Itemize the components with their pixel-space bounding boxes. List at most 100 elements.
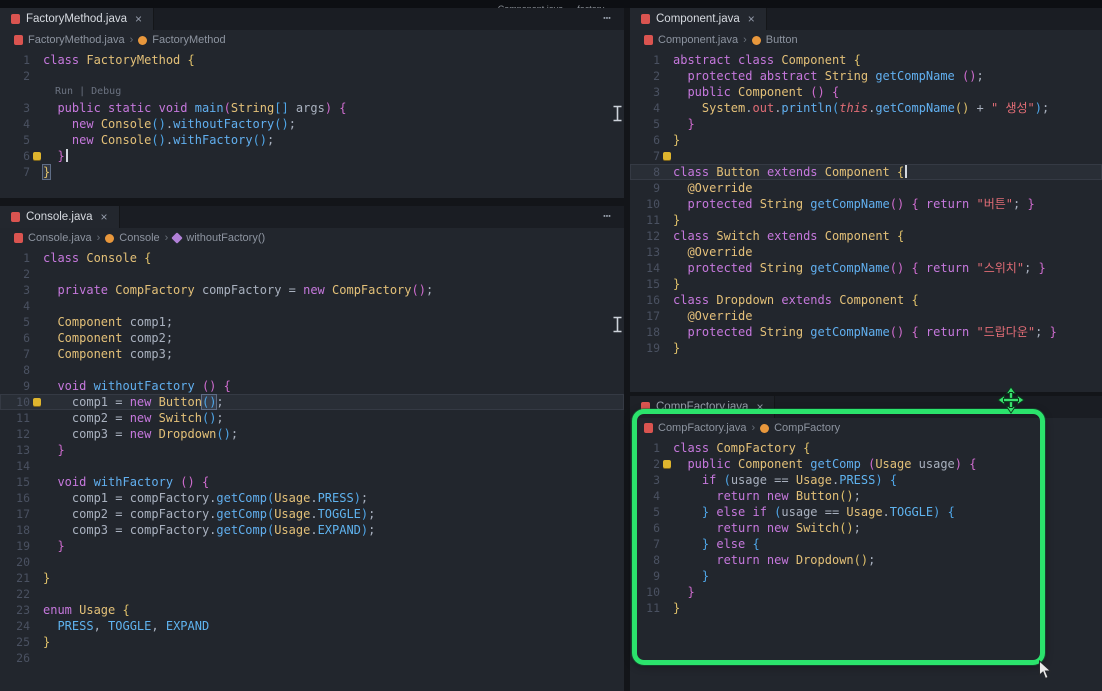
breadcrumb-item[interactable]: Console bbox=[119, 232, 159, 244]
tab-console-java[interactable]: Console.java × bbox=[0, 206, 120, 228]
code-text: comp1 = compFactory.getComp(Usage.PRESS)… bbox=[43, 491, 369, 505]
file-symbol-icon bbox=[14, 233, 23, 243]
tab-factorymethod-java[interactable]: FactoryMethod.java × bbox=[0, 8, 155, 30]
class-symbol-icon bbox=[105, 233, 115, 243]
code-line: 20 bbox=[0, 554, 624, 570]
code-text: } bbox=[43, 148, 624, 164]
breadcrumb-item[interactable]: CompFactory bbox=[774, 422, 840, 434]
code-text: } bbox=[687, 117, 695, 131]
close-icon[interactable]: × bbox=[748, 12, 755, 26]
codelens-row[interactable]: Run | Debug bbox=[0, 84, 624, 100]
code-line: 9 @Override bbox=[630, 180, 1102, 196]
tab-bar: CompFactory.java × bbox=[630, 396, 1102, 418]
breadcrumb-item[interactable]: withoutFactory() bbox=[186, 232, 265, 244]
line-number: 17 bbox=[646, 309, 660, 323]
line-number: 12 bbox=[646, 229, 660, 243]
code-line: 10 comp1 = new Button(); bbox=[0, 394, 624, 410]
lightbulb-icon[interactable] bbox=[662, 152, 671, 160]
code-area[interactable]: 1 class Console {2 3 private CompFactory c… bbox=[0, 248, 624, 666]
line-number: 13 bbox=[646, 245, 660, 259]
tab-compfactory-java[interactable]: CompFactory.java × bbox=[630, 396, 776, 418]
line-number: 5 bbox=[653, 117, 660, 131]
lightbulb-icon[interactable] bbox=[662, 460, 671, 468]
close-icon[interactable]: × bbox=[135, 12, 142, 26]
editor-actions-button[interactable]: ⋯ bbox=[603, 11, 612, 26]
code-text: } bbox=[43, 635, 51, 649]
lightbulb-icon[interactable] bbox=[32, 152, 41, 160]
close-icon[interactable]: × bbox=[756, 400, 763, 414]
breadcrumb-item[interactable]: FactoryMethod.java bbox=[28, 34, 125, 46]
code-text: comp3 = compFactory.getComp(Usage.EXPAND… bbox=[43, 523, 376, 537]
breadcrumb-item[interactable]: FactoryMethod bbox=[152, 34, 225, 46]
line-number: 8 bbox=[653, 165, 660, 179]
code-line: 22 bbox=[0, 586, 624, 602]
code-line: 4 bbox=[0, 298, 624, 314]
code-text: protected String getCompName() { return … bbox=[687, 197, 1035, 211]
code-text: private CompFactory compFactory = new Co… bbox=[57, 283, 434, 297]
code-line: 18 protected String getCompName() { retu… bbox=[630, 324, 1102, 340]
code-line: 24 PRESS, TOGGLE, EXPAND bbox=[0, 618, 624, 634]
line-number: 16 bbox=[646, 293, 660, 307]
code-line: 18 comp3 = compFactory.getComp(Usage.EXP… bbox=[0, 522, 624, 538]
code-line: 7} bbox=[0, 164, 624, 180]
code-text: new Console().withFactory(); bbox=[71, 133, 275, 147]
code-line: 10 } bbox=[630, 584, 1102, 600]
code-text: } else { bbox=[701, 537, 760, 551]
code-line: 12 comp3 = new Dropdown(); bbox=[0, 426, 624, 442]
tab-component-java[interactable]: Component.java × bbox=[630, 8, 767, 30]
code-line: 11} bbox=[630, 212, 1102, 228]
lightbulb-icon[interactable] bbox=[32, 398, 41, 406]
editor-group-factorymethod: FactoryMethod.java × ⋯ FactoryMethod.jav… bbox=[0, 8, 624, 198]
line-number: 4 bbox=[653, 489, 660, 503]
tab-bar: Console.java × ⋯ bbox=[0, 206, 624, 228]
code-line: 17 comp2 = compFactory.getComp(Usage.TOG… bbox=[0, 506, 624, 522]
breadcrumb-item[interactable]: Component.java bbox=[658, 34, 738, 46]
line-number: 7 bbox=[653, 537, 660, 551]
code-line: 15} bbox=[630, 276, 1102, 292]
breadcrumb-item[interactable]: Button bbox=[766, 34, 798, 46]
breadcrumb: FactoryMethod.java › FactoryMethod bbox=[0, 30, 624, 50]
tab-label: CompFactory.java bbox=[656, 401, 749, 413]
breadcrumb-item[interactable]: Console.java bbox=[28, 232, 92, 244]
line-number: 18 bbox=[16, 523, 30, 537]
editor-actions-button[interactable]: ⋯ bbox=[603, 209, 612, 224]
code-line: 3 if (usage == Usage.PRESS) { bbox=[630, 472, 1102, 488]
code-line: 9 } bbox=[630, 568, 1102, 584]
breadcrumb-separator: › bbox=[743, 34, 747, 46]
line-number: 6 bbox=[653, 133, 660, 147]
line-number: 4 bbox=[23, 117, 30, 131]
line-number: 7 bbox=[23, 165, 30, 179]
line-number: 20 bbox=[16, 555, 30, 569]
code-line: 10 protected String getCompName() { retu… bbox=[630, 196, 1102, 212]
code-text: class Console { bbox=[43, 251, 152, 265]
code-text: public Component () { bbox=[687, 85, 840, 99]
code-text: comp1 = new Button(); bbox=[43, 394, 224, 410]
code-line: 2 protected abstract String getCompName … bbox=[630, 68, 1102, 84]
code-text: } bbox=[673, 601, 681, 615]
line-number: 5 bbox=[23, 315, 30, 329]
code-area[interactable]: 1 abstract class Component {2 protected a… bbox=[630, 50, 1102, 356]
code-area[interactable]: 1 class CompFactory {2 public Component g… bbox=[630, 438, 1102, 616]
code-text: } bbox=[701, 569, 710, 583]
codelens-run-debug[interactable]: Run | Debug bbox=[43, 84, 624, 100]
code-line: 9 void withoutFactory () { bbox=[0, 378, 624, 394]
code-text: comp3 = new Dropdown(); bbox=[43, 427, 239, 441]
code-line: 4 System.out.println(this.getCompName() … bbox=[630, 100, 1102, 116]
code-line: 5 new Console().withFactory(); bbox=[0, 132, 624, 148]
class-symbol-icon bbox=[751, 35, 761, 45]
line-number bbox=[0, 84, 30, 100]
code-text: } else if (usage == Usage.TOGGLE) { bbox=[701, 505, 955, 519]
line-number: 14 bbox=[646, 261, 660, 275]
code-line: 19} bbox=[630, 340, 1102, 356]
code-line: 26 bbox=[0, 650, 624, 666]
window-title-bar: Component.java — factory bbox=[0, 0, 1102, 8]
line-number: 2 bbox=[653, 69, 660, 83]
close-icon[interactable]: × bbox=[100, 210, 107, 224]
line-number: 7 bbox=[653, 149, 660, 163]
code-line: 16 comp1 = compFactory.getComp(Usage.PRE… bbox=[0, 490, 624, 506]
breadcrumb-item[interactable]: CompFactory.java bbox=[658, 422, 746, 434]
code-line: 13 @Override bbox=[630, 244, 1102, 260]
code-area[interactable]: 1 class FactoryMethod {2 Run | Debug 3 publ… bbox=[0, 50, 624, 180]
code-text: comp2 = new Switch(); bbox=[43, 411, 224, 425]
